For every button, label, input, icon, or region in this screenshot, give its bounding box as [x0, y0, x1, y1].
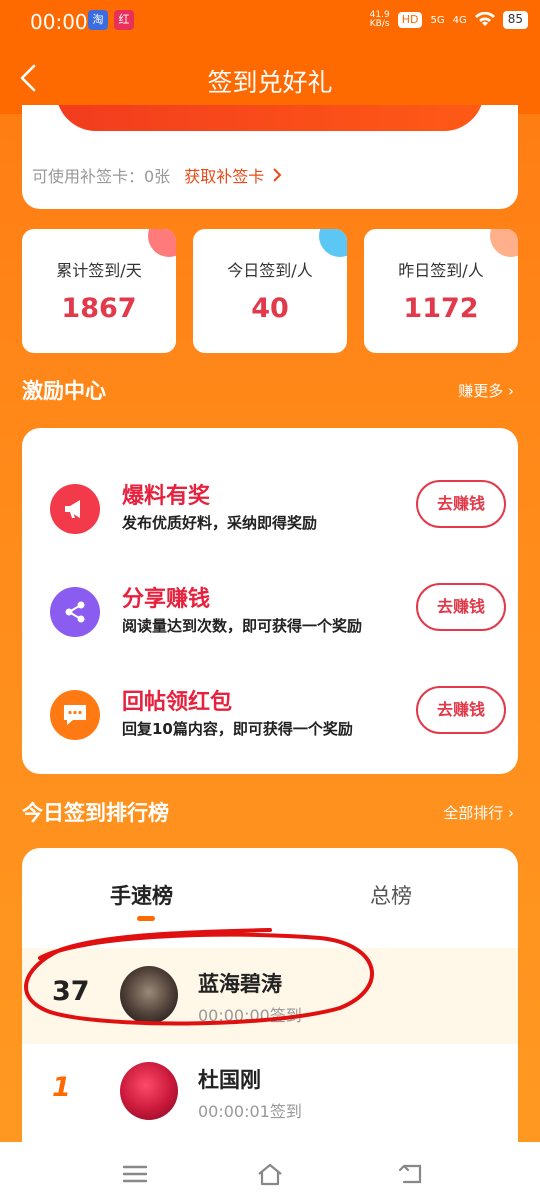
- incentive-title: 激励中心: [22, 379, 106, 403]
- system-nav-bar: [0, 1142, 540, 1204]
- menu-icon[interactable]: [120, 1160, 150, 1188]
- go-earn-button[interactable]: 去赚钱: [416, 583, 506, 631]
- rank-number: 37: [52, 976, 90, 1007]
- go-earn-button[interactable]: 去赚钱: [416, 686, 506, 734]
- task-title: 爆料有奖: [122, 484, 211, 509]
- ranking-title: 今日签到排行榜: [22, 801, 169, 825]
- share-icon: [50, 587, 100, 637]
- signal-5g-icon: 5G: [430, 14, 445, 26]
- ranking-card: 手速榜 总榜 37 蓝海碧涛 00:00:00签到 1 杜国刚 00:00:01…: [22, 848, 518, 1148]
- tab-total[interactable]: 总榜: [370, 880, 412, 910]
- hd-badge: HD: [397, 12, 423, 28]
- user-name: 杜国刚: [198, 1068, 261, 1092]
- stat-corner-decoration: [319, 229, 347, 257]
- signin-time: 00:00:00签到: [198, 1006, 302, 1025]
- signal-4g-icon: 4G: [452, 14, 467, 26]
- makeup-card-count: 可使用补签卡：0张: [32, 167, 171, 186]
- avatar: [120, 966, 178, 1024]
- megaphone-icon: [50, 484, 100, 534]
- stat-total-days: 累计签到/天 1867: [22, 229, 176, 353]
- battery-indicator: 85: [502, 11, 528, 29]
- notification-app-icon: 淘: [88, 10, 108, 30]
- all-ranking-link[interactable]: 全部排行 ›: [443, 802, 514, 823]
- earn-more-link[interactable]: 赚更多 ›: [458, 380, 514, 401]
- task-title: 分享赚钱: [122, 587, 211, 612]
- stat-today-users: 今日签到/人 40: [193, 229, 347, 353]
- status-indicators: 41.9 KB/s HD 5G 4G 85: [370, 11, 528, 29]
- incentive-card: 爆料有奖 发布优质好料，采纳即得奖励 去赚钱 分享赚钱 阅读量达到次数，即可获得…: [22, 428, 518, 774]
- avatar: [120, 1062, 178, 1120]
- home-icon[interactable]: [255, 1160, 285, 1188]
- task-desc: 阅读量达到次数，即可获得一个奖励: [122, 617, 363, 635]
- chevron-right-icon: ›: [508, 382, 514, 400]
- notification-app-icon: 红: [114, 10, 134, 30]
- chevron-right-icon: ›: [508, 804, 514, 822]
- table-row[interactable]: 1 杜国刚 00:00:01签到: [22, 1044, 518, 1140]
- stat-value: 1172: [403, 293, 479, 324]
- status-bar: 00:00 淘 红 41.9 KB/s HD 5G 4G 85: [0, 0, 540, 44]
- user-name: 蓝海碧涛: [198, 972, 282, 996]
- wifi-icon: [474, 12, 495, 26]
- stat-value: 1867: [61, 293, 137, 324]
- stat-yesterday-users: 昨日签到/人 1172: [364, 229, 518, 353]
- signin-card: 可使用补签卡：0张 获取补签卡: [22, 105, 518, 209]
- task-tip-reward: 爆料有奖 发布优质好料，采纳即得奖励 去赚钱: [22, 470, 518, 550]
- task-reply: 回帖领红包 回复10篇内容，即可获得一个奖励 去赚钱: [22, 676, 518, 756]
- back-icon[interactable]: [396, 1160, 426, 1188]
- signin-time: 00:00:01签到: [198, 1102, 302, 1121]
- rank-number: 1: [52, 1072, 71, 1103]
- task-desc: 回复10篇内容，即可获得一个奖励: [122, 720, 353, 738]
- table-row[interactable]: 37 蓝海碧涛 00:00:00签到: [22, 948, 518, 1044]
- stat-corner-decoration: [148, 229, 176, 257]
- active-tab-indicator: [137, 916, 155, 921]
- stat-value: 40: [251, 293, 289, 324]
- task-share: 分享赚钱 阅读量达到次数，即可获得一个奖励 去赚钱: [22, 573, 518, 653]
- chat-icon: [50, 690, 100, 740]
- task-desc: 发布优质好料，采纳即得奖励: [122, 514, 318, 532]
- status-time: 00:00: [30, 10, 88, 34]
- page-title: 签到兑好礼: [207, 68, 333, 97]
- nav-bar: 签到兑好礼: [0, 44, 540, 114]
- signin-banner: [56, 105, 484, 131]
- task-title: 回帖领红包: [122, 690, 233, 715]
- go-earn-button[interactable]: 去赚钱: [416, 480, 506, 528]
- makeup-card-row: 可使用补签卡：0张 获取补签卡: [32, 163, 282, 187]
- get-makeup-card-link[interactable]: 获取补签卡: [184, 163, 282, 187]
- chevron-right-icon: [273, 168, 282, 182]
- tab-speed[interactable]: 手速榜: [110, 880, 173, 910]
- stat-corner-decoration: [490, 229, 518, 257]
- net-speed: 41.9 KB/s: [369, 10, 390, 29]
